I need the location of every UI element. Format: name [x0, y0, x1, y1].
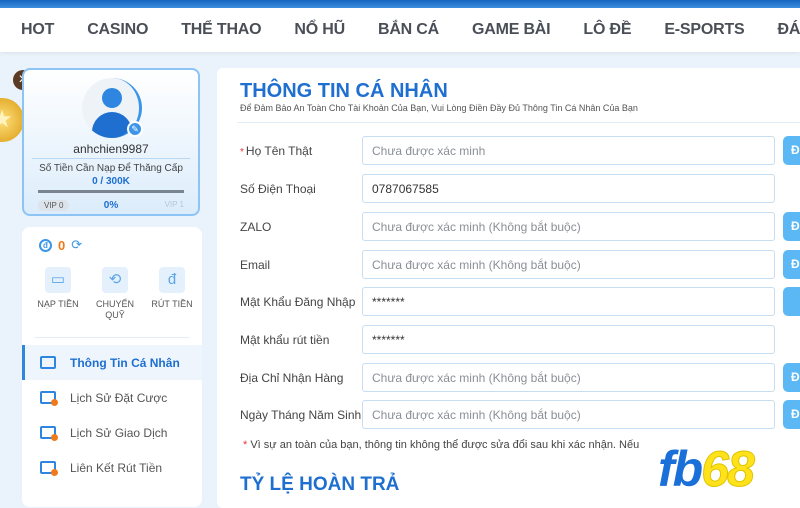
divider — [34, 337, 190, 338]
sidebar-menu: Thông Tin Cá Nhân Lịch Sử Đặt Cược Lịch Sử… — [22, 345, 202, 485]
field-label: * Họ Tên Thật — [240, 144, 312, 158]
bet-history-icon — [40, 391, 58, 406]
balance: 0 — [58, 237, 66, 253]
field-label-text: Mật khẩu rút tiền — [240, 333, 330, 347]
form-row: ZALO Chưa được xác minh (Không bắt buộc) Đ — [240, 212, 800, 242]
sidebar-item-label: Lịch Sử Giao Dịch — [70, 425, 168, 440]
nav-item[interactable]: THỂ THAO — [181, 21, 261, 39]
sidebar-item-label: Thông Tin Cá Nhân — [70, 355, 180, 370]
field-label: Số Điện Thoại — [240, 182, 316, 196]
field-label-text: ZALO — [240, 220, 272, 234]
nav-item[interactable]: NỔ HŨ — [294, 21, 345, 39]
top-bar — [0, 0, 800, 8]
verify-button[interactable] — [783, 287, 800, 316]
required-star: * — [243, 439, 248, 451]
verify-button[interactable]: Đ — [783, 250, 800, 279]
page-subtitle: Để Đảm Bảo An Toàn Cho Tài Khoản Của Bạn… — [240, 103, 638, 113]
action-money-bag[interactable]: đ RÚT TIỀN — [144, 267, 200, 321]
field-label: Ngày Tháng Năm Sinh — [240, 408, 361, 422]
sidebar-item-label: Lịch Sử Đặt Cược — [70, 390, 168, 405]
field-label-text: Email — [240, 258, 271, 272]
action-label: RÚT TIỀN — [151, 299, 193, 309]
verify-button[interactable]: Đ — [783, 400, 800, 429]
page-title: THÔNG TIN CÁ NHÂN — [240, 80, 448, 102]
upgrade-label: Số Tiền Cần Nạp Để Thăng Cấp — [39, 163, 183, 174]
vip-progress-bar — [38, 190, 184, 193]
field-label: Mật khẩu rút tiền — [240, 333, 329, 347]
upgrade-amount: 0 / 300K — [92, 176, 130, 187]
sidebar-item[interactable]: Thông Tin Cá Nhân — [22, 345, 202, 380]
sidebar-item[interactable]: Lịch Sử Đặt Cược — [22, 380, 202, 415]
sidebar-item[interactable]: Liên Kết Rút Tiền — [22, 450, 202, 485]
note-text: Vì sự an toàn của bạn, thông tin không t… — [250, 439, 640, 451]
divider — [32, 158, 190, 159]
field-label: Email — [240, 258, 270, 272]
action-transfer[interactable]: ⟲ CHUYỂN QUỸ — [87, 267, 143, 321]
field-label: Mật Khẩu Đăng Nhập — [240, 295, 355, 309]
divider — [237, 122, 800, 123]
edit-icon[interactable]: ✎ — [127, 121, 143, 137]
transaction-history-icon — [40, 426, 58, 441]
wallet-card: đ 0 ⟳ ▭ NẠP TIỀN ⟲ CHUYỂN QUỸ đ RÚT TIỀN Thôn… — [22, 227, 202, 507]
form-row: Địa Chỉ Nhận Hàng Chưa được xác minh (Khô… — [240, 363, 800, 393]
refresh-icon[interactable]: ⟳ — [71, 237, 82, 253]
field-input[interactable] — [362, 287, 775, 316]
main-nav: HOT CASINO THỂ THAO NỔ HŨ BẮN CÁ GAME BÀI LÔ Đ… — [0, 8, 800, 52]
field-label-text: Mật Khẩu Đăng Nhập — [240, 295, 356, 309]
sidebar-item-label: Liên Kết Rút Tiền — [70, 460, 163, 475]
transfer-icon: ⟲ — [102, 267, 128, 293]
field-label-text: Họ Tên Thật — [245, 144, 313, 158]
field-input[interactable] — [362, 174, 775, 203]
money-bag-icon: đ — [159, 267, 185, 293]
field-label-text: Địa Chỉ Nhận Hàng — [240, 371, 344, 385]
verify-button[interactable]: Đ — [783, 136, 800, 165]
username: anhchien9987 — [73, 142, 149, 156]
field-label-text: Số Điện Thoại — [240, 182, 316, 196]
nav-item[interactable]: E-SPORTS — [664, 21, 744, 39]
nav-item[interactable]: LÔ ĐỀ — [583, 21, 631, 39]
id-card-icon — [40, 356, 56, 369]
form-row: Mật Khẩu Đăng Nhập — [240, 287, 800, 317]
field-input[interactable] — [362, 212, 775, 241]
security-note: * Vì sự an toàn của bạn, thông tin không… — [243, 439, 639, 451]
field-input[interactable] — [362, 136, 775, 165]
field-input[interactable] — [362, 325, 775, 354]
field-input[interactable] — [362, 363, 775, 392]
currency-icon: đ — [39, 238, 52, 252]
nav-item[interactable]: HOT — [21, 21, 54, 39]
profile-card: ✎ anhchien9987 Số Tiền Cần Nạp Để Thăng … — [22, 68, 200, 216]
form-row: Mật khẩu rút tiền — [240, 325, 800, 355]
sidebar-item[interactable]: Lịch Sử Giao Dịch — [22, 415, 202, 450]
field-input[interactable] — [362, 400, 775, 429]
action-wallet[interactable]: ▭ NẠP TIỀN — [30, 267, 86, 321]
vip-next: VIP 1 — [164, 200, 184, 209]
verify-button[interactable]: Đ — [783, 212, 800, 241]
form-row: Số Điện Thoại — [240, 174, 800, 204]
field-label-text: Ngày Tháng Năm Sinh — [240, 408, 362, 422]
fb68-logo: fb68 — [658, 441, 755, 498]
form-row: Email Chưa được xác minh (Không bắt buộc)… — [240, 250, 800, 280]
field-input[interactable] — [362, 250, 775, 279]
field-label: ZALO — [240, 220, 271, 234]
nav-item[interactable]: ĐÁ G — [778, 21, 800, 39]
nav-item[interactable]: CASINO — [87, 21, 148, 39]
nav-item[interactable]: GAME BÀI — [472, 21, 551, 39]
form-row: Ngày Tháng Năm Sinh Chưa được xác minh (K… — [240, 400, 800, 430]
section-title-rebate: TỶ LỆ HOÀN TRẢ — [240, 474, 400, 495]
action-label: NẠP TIỀN — [37, 299, 79, 309]
wallet-icon: ▭ — [45, 267, 71, 293]
form-row: * Họ Tên Thật Chưa được xác minh Đ — [240, 136, 800, 166]
bank-link-icon — [40, 461, 58, 476]
field-label: Địa Chỉ Nhận Hàng — [240, 371, 343, 385]
verify-button[interactable]: Đ — [783, 363, 800, 392]
required-star: * — [240, 147, 244, 158]
action-label: CHUYỂN QUỸ — [95, 299, 134, 320]
star-icon: ★ — [0, 98, 24, 142]
nav-item[interactable]: BẮN CÁ — [378, 21, 439, 39]
vip-current: VIP 0 — [38, 200, 70, 211]
